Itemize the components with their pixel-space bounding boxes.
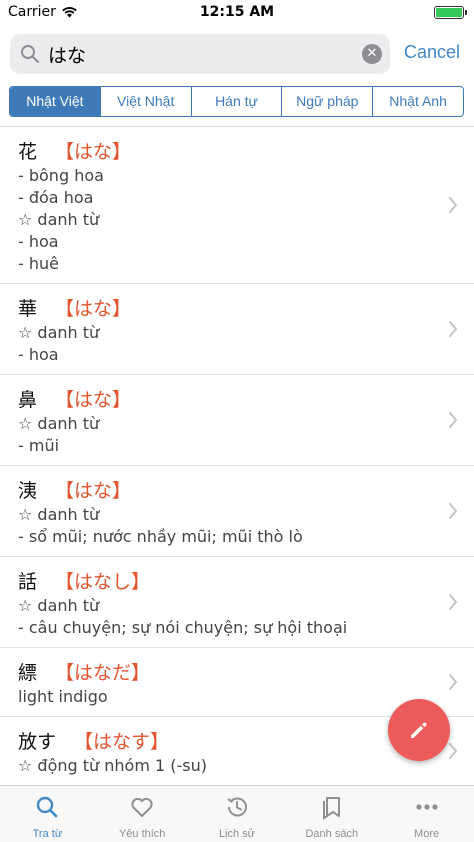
chevron-right-icon — [448, 593, 458, 611]
tab-label: More — [414, 828, 440, 840]
entry-kanji: 放す — [18, 731, 57, 753]
entry-meaning: - hoa — [18, 345, 59, 364]
chevron-right-icon — [448, 196, 458, 214]
entry-head: 縹【はなだ】 — [18, 660, 434, 686]
pencil-icon — [411, 722, 427, 738]
entry-meaning: - câu chuyện; sự nói chuyện; sự hội thoạ… — [18, 618, 348, 637]
chevron-right-icon — [448, 673, 458, 691]
search-icon — [21, 45, 39, 63]
tab-nhat-anh[interactable]: Nhật Anh — [372, 87, 463, 116]
more-icon — [414, 794, 440, 824]
entry-head: 鼻【はな】 — [18, 387, 434, 413]
list-item[interactable]: 花【はな】 - bông hoa - đóa hoa ☆ danh từ - hoa - … — [0, 127, 474, 284]
entry-kanji: 鼻 — [18, 389, 38, 411]
tab-viet-nhat[interactable]: Việt Nhật — [99, 87, 191, 116]
entry-kanji: 花 — [18, 141, 38, 163]
tab-more[interactable]: More — [379, 786, 474, 842]
entry-meaning: ☆ động từ nhóm 1 (-su) — [18, 756, 207, 775]
entry-meaning: ☆ danh từ — [18, 323, 100, 342]
entry-meaning: - bông hoa — [18, 166, 104, 185]
entry-meaning: - mũi — [18, 436, 60, 455]
tab-ngu-phap[interactable]: Ngữ pháp — [281, 87, 372, 116]
entry-reading: 【はな】 — [55, 389, 132, 411]
tab-nhat-viet[interactable]: Nhật Việt — [10, 87, 100, 116]
search-input[interactable] — [48, 39, 358, 69]
chevron-right-icon — [448, 502, 458, 520]
entry-head: 花【はな】 — [18, 139, 434, 165]
battery-icon — [434, 6, 467, 19]
search-box[interactable]: ✕ — [10, 34, 390, 74]
tab-label: Danh sách — [305, 828, 359, 840]
entry-kanji: 縹 — [18, 662, 38, 684]
cancel-button[interactable]: Cancel — [404, 42, 460, 63]
entry-reading: 【はなす】 — [74, 731, 170, 753]
list-item[interactable]: 話【はなし】 ☆ danh từ - câu chuyện; sự nói chuy… — [0, 557, 474, 648]
entry-reading: 【はなし】 — [55, 571, 151, 593]
tab-han-tu[interactable]: Hán tự — [190, 87, 282, 116]
search-row: ✕ Cancel — [0, 34, 474, 76]
tab-tra-tu[interactable]: Tra từ — [0, 786, 95, 842]
tab-danh-sach[interactable]: Danh sách — [284, 786, 379, 842]
entry-head: 放す 【はなす】 — [18, 729, 434, 755]
entry-head: 洟【はな】 — [18, 478, 434, 504]
entry-meaning: ☆ danh từ — [18, 505, 100, 524]
entry-meaning: ☆ danh từ — [18, 414, 100, 433]
bookmarks-icon — [319, 794, 345, 824]
entry-kanji: 洟 — [18, 480, 38, 502]
tab-bar: Tra từ Yêu thích Lịch sử Danh sách More — [0, 785, 474, 842]
dictionary-tabs: Nhật Việt Việt Nhật Hán tự Ngữ pháp Nhật Anh — [9, 86, 464, 117]
entry-meaning: light indigo — [18, 687, 108, 706]
entry-meaning: ☆ danh từ — [18, 210, 100, 229]
chevron-right-icon — [448, 411, 458, 429]
tab-label: Yêu thích — [118, 828, 166, 840]
history-icon — [224, 794, 250, 824]
list-item[interactable]: 洟【はな】 ☆ danh từ - sổ mũi; nước nhầy mũi; m… — [0, 466, 474, 557]
search-icon — [34, 794, 60, 824]
status-time: 12:15 AM — [199, 4, 275, 20]
list-item[interactable]: 華【はな】 ☆ danh từ - hoa — [0, 284, 474, 375]
tab-yeu-thich[interactable]: Yêu thích — [95, 786, 190, 842]
entry-meaning: - huê — [18, 254, 59, 273]
status-bar: Carrier 12:15 AM — [0, 0, 474, 24]
entry-reading: 【はな】 — [55, 298, 132, 320]
entry-meaning: - đóa hoa — [18, 188, 94, 207]
entry-kanji: 華 — [18, 298, 38, 320]
entry-reading: 【はなだ】 — [55, 662, 151, 684]
entry-head: 話【はなし】 — [18, 569, 434, 595]
entry-meaning: - hoa — [18, 232, 59, 251]
entry-kanji: 話 — [18, 571, 38, 593]
list-item[interactable]: 鼻【はな】 ☆ danh từ - mũi — [0, 375, 474, 466]
entry-meaning: - sổ mũi; nước nhầy mũi; mũi thò lò — [18, 527, 303, 546]
tab-lich-su[interactable]: Lịch sử — [190, 786, 285, 842]
entry-meaning: ☆ danh từ — [18, 596, 100, 615]
entry-reading: 【はな】 — [55, 480, 132, 502]
chevron-right-icon — [448, 742, 458, 760]
heart-icon — [129, 794, 155, 824]
entry-head: 華【はな】 — [18, 296, 434, 322]
results-list: 花【はな】 - bông hoa - đóa hoa ☆ danh từ - hoa - … — [0, 127, 474, 785]
edit-button[interactable] — [388, 699, 450, 761]
clear-icon[interactable]: ✕ — [362, 44, 382, 64]
tab-label: Lịch sử — [218, 828, 256, 840]
chevron-right-icon — [448, 320, 458, 338]
entry-reading: 【はな】 — [55, 141, 132, 163]
tab-label: Tra từ — [32, 828, 63, 840]
